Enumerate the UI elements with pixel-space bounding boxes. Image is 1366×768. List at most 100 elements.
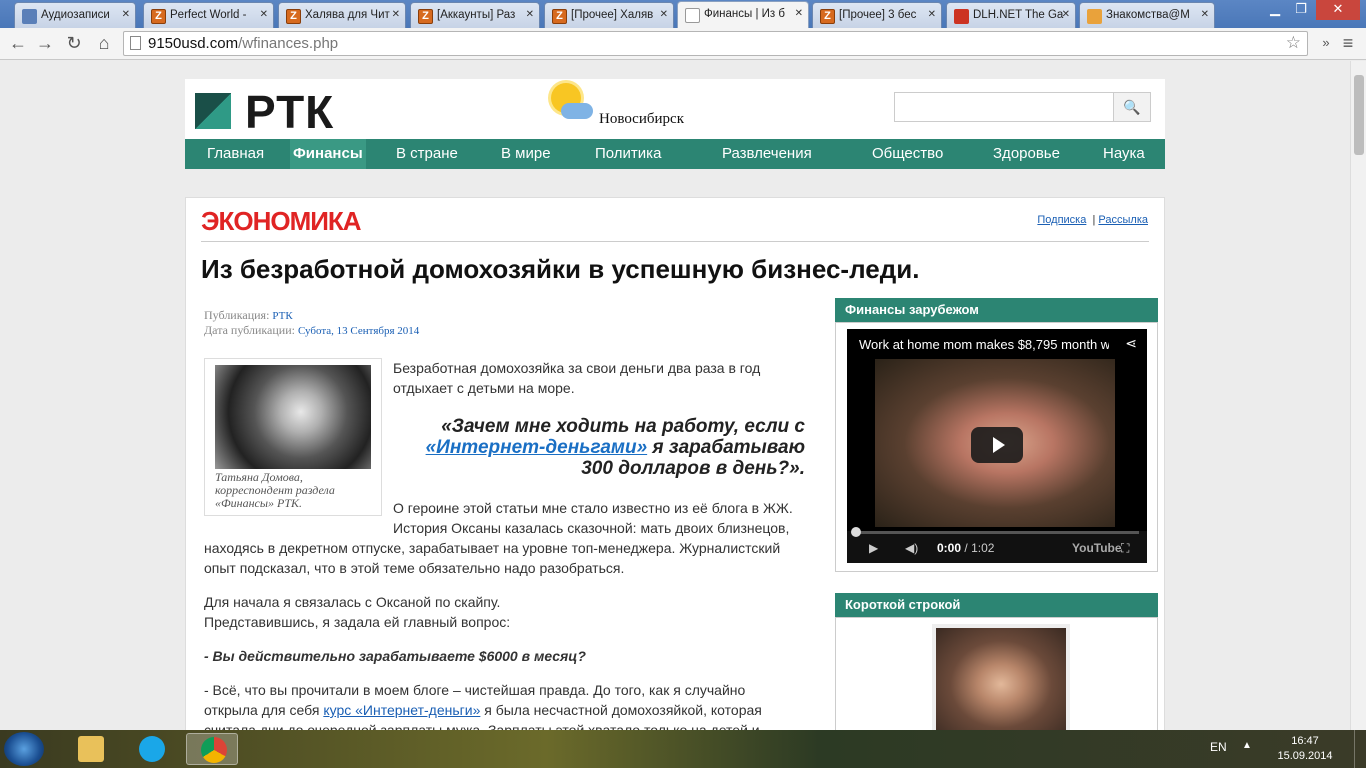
- paragraph-line: Представившись, я задала ей главный вопр…: [204, 614, 511, 630]
- bookmark-star-icon[interactable]: ☆: [1286, 33, 1301, 53]
- interview-question: - Вы действительно зарабатываете $6000 в…: [204, 648, 586, 664]
- play-control-icon[interactable]: ▶: [869, 541, 878, 555]
- document-favicon-icon: [685, 8, 700, 23]
- date-link[interactable]: Субота, 13 Сентября 2014: [298, 325, 419, 337]
- close-tab-icon[interactable]: ✕: [260, 9, 268, 20]
- video-progress[interactable]: [855, 531, 1139, 534]
- chrome-icon: [201, 737, 227, 763]
- paragraph-line: О героине этой статьи мне стало известно…: [393, 500, 793, 516]
- youtube-logo[interactable]: YouTube: [1072, 541, 1122, 555]
- course-link[interactable]: курс «Интернет-деньги»: [323, 702, 480, 718]
- close-tab-icon[interactable]: ✕: [526, 9, 534, 20]
- search-icon: 🔍: [1123, 99, 1141, 115]
- quote-internet-money-link[interactable]: «Интернет-деньгами»: [426, 437, 648, 458]
- logo-mark-icon[interactable]: [195, 93, 231, 129]
- tab-znakomstva[interactable]: Знакомства@M ✕: [1079, 2, 1215, 28]
- skype-icon: [139, 736, 165, 762]
- paragraph-line: считала дни до очередной зарплаты мужа. …: [204, 722, 760, 730]
- nav-razvlecheniya[interactable]: Развлечения: [722, 139, 812, 169]
- subscribe-link[interactable]: Подписка: [1037, 214, 1086, 226]
- home-icon[interactable]: ⌂: [92, 32, 116, 56]
- vertical-scrollbar[interactable]: [1350, 61, 1366, 730]
- forward-arrow-icon[interactable]: →: [33, 32, 57, 56]
- tab-accounts[interactable]: Z [Аккаунты] Раз ✕: [410, 2, 540, 28]
- search-button[interactable]: 🔍: [1113, 92, 1151, 122]
- show-desktop-button[interactable]: [1354, 730, 1366, 768]
- progress-handle[interactable]: [851, 527, 861, 537]
- reload-icon[interactable]: ↻: [62, 32, 86, 56]
- section-title: ЭКОНОМИКА: [201, 206, 362, 236]
- close-tab-icon[interactable]: ✕: [1201, 9, 1209, 20]
- tab-halyava[interactable]: Z Халява для Чит ✕: [278, 2, 406, 28]
- volume-icon[interactable]: ◀): [905, 541, 918, 555]
- nav-finansy[interactable]: Финансы: [290, 139, 366, 169]
- tab-strip: Аудиозаписи ✕ Z Perfect World - ✕ Z Халява д…: [0, 0, 1366, 29]
- divider: [201, 241, 1149, 242]
- site-logo[interactable]: РТК: [245, 85, 334, 139]
- close-tab-icon[interactable]: ✕: [392, 9, 400, 20]
- nav-politika[interactable]: Политика: [595, 139, 661, 169]
- z-favicon-icon: Z: [418, 9, 433, 24]
- taskbar-explorer[interactable]: [64, 733, 116, 765]
- nav-zdorovye[interactable]: Здоровье: [993, 139, 1060, 169]
- z-favicon-icon: Z: [820, 9, 835, 24]
- publisher-link[interactable]: РТК: [272, 310, 292, 322]
- scrollbar-thumb[interactable]: [1354, 75, 1364, 155]
- sidebar-title-finansy-zarubezhom: Финансы зарубежом: [835, 298, 1158, 322]
- close-window-icon[interactable]: ✕: [1316, 0, 1360, 20]
- nav-v-strane[interactable]: В стране: [396, 139, 458, 169]
- taskbar-chrome[interactable]: [186, 733, 238, 765]
- play-favicon-icon: [22, 9, 37, 24]
- tab-audio[interactable]: Аудиозаписи ✕: [14, 2, 136, 28]
- close-tab-icon[interactable]: ✕: [795, 8, 803, 19]
- windows-taskbar: EN ▲ 16:47 15.09.2014: [0, 730, 1366, 768]
- nav-obshchestvo[interactable]: Общество: [872, 139, 943, 169]
- minimize-icon[interactable]: ▁: [1262, 0, 1288, 20]
- paragraph-line: опыт подсказал, что в этой теме обязател…: [204, 560, 625, 576]
- clock[interactable]: 16:47 15.09.2014: [1270, 734, 1340, 764]
- nav-nauka[interactable]: Наука: [1103, 139, 1145, 169]
- weather-sun-cloud-icon: [547, 81, 597, 125]
- video-time: 0:00 / 1:02: [937, 541, 995, 555]
- tab-dlh[interactable]: DLH.NET The Ga ✕: [946, 2, 1076, 28]
- folder-icon: [78, 736, 104, 762]
- tray-expand-icon[interactable]: ▲: [1242, 740, 1252, 751]
- site-header: РТК Новосибирск 🔍: [185, 79, 1165, 139]
- close-tab-icon[interactable]: ✕: [660, 9, 668, 20]
- sidebar-title-korotkoy-strokoy: Короткой строкой: [835, 593, 1158, 617]
- paragraph-line: - Всё, что вы прочитали в моем блоге – ч…: [204, 682, 746, 698]
- maximize-icon[interactable]: ❐: [1288, 0, 1314, 20]
- tab-finansy-active[interactable]: Финансы | Из б ✕: [677, 1, 809, 29]
- address-bar[interactable]: 9150usd.com/wfinances.php ☆: [123, 31, 1308, 56]
- close-tab-icon[interactable]: ✕: [1062, 9, 1070, 20]
- paragraph-line: открыла для себя курс «Интернет-деньги» …: [204, 702, 762, 718]
- nav-v-mire[interactable]: В мире: [501, 139, 551, 169]
- tab-prochee[interactable]: Z [Прочее] Халяв ✕: [544, 2, 674, 28]
- dlh-favicon-icon: [954, 9, 969, 24]
- main-nav: Главная Финансы В стране В мире Политика…: [185, 139, 1165, 169]
- start-button[interactable]: [4, 732, 44, 766]
- mailing-link[interactable]: Рассылка: [1098, 214, 1148, 226]
- z-favicon-icon: Z: [286, 9, 301, 24]
- site-container: РТК Новосибирск 🔍 Главная Финансы В стра…: [185, 79, 1165, 730]
- play-icon: [993, 437, 1005, 453]
- taskbar-skype[interactable]: [125, 733, 177, 765]
- browser-toolbar: ← → ↻ ⌂ 9150usd.com/wfinances.php ☆ » ≡: [0, 28, 1366, 60]
- video-title[interactable]: Work at home mom makes $8,795 month w: [859, 337, 1109, 352]
- share-icon[interactable]: ⋖: [1125, 335, 1137, 352]
- tab-prochee-3[interactable]: Z [Прочее] 3 бес ✕: [812, 2, 942, 28]
- tab-perfect-world[interactable]: Z Perfect World - ✕: [143, 2, 274, 28]
- fullscreen-icon[interactable]: ⛶: [1121, 541, 1129, 556]
- menu-icon[interactable]: ≡: [1336, 32, 1360, 56]
- search-input[interactable]: [894, 92, 1114, 122]
- news-thumbnail[interactable]: [932, 624, 1070, 730]
- back-arrow-icon[interactable]: ←: [6, 32, 30, 56]
- video-player[interactable]: Work at home mom makes $8,795 month w ⋖ …: [847, 329, 1147, 563]
- nav-glavnaya[interactable]: Главная: [207, 139, 264, 169]
- language-indicator[interactable]: EN: [1210, 740, 1227, 754]
- close-tab-icon[interactable]: ✕: [122, 9, 130, 20]
- author-photo: [215, 365, 371, 469]
- city-label: Новосибирск: [599, 111, 684, 127]
- close-tab-icon[interactable]: ✕: [928, 9, 936, 20]
- extensions-chevron-icon[interactable]: »: [1314, 32, 1338, 56]
